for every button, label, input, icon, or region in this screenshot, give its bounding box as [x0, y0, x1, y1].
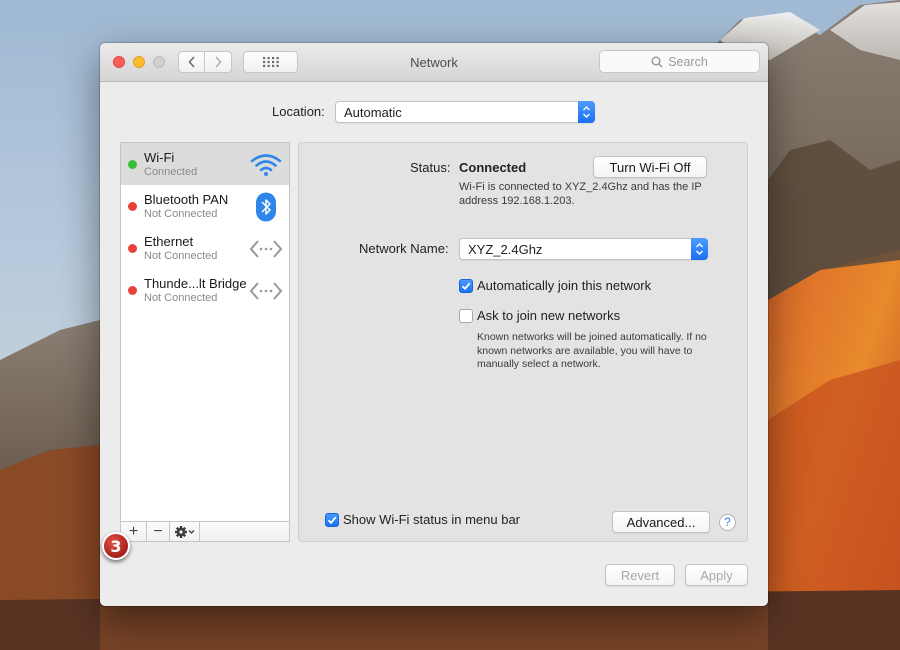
auto-join-label[interactable]: Automatically join this network [477, 278, 651, 293]
search-placeholder: Search [668, 54, 708, 69]
ask-join-checkbox[interactable] [459, 309, 473, 323]
status-label: Status: [410, 160, 451, 175]
search-field[interactable]: Search [599, 50, 760, 73]
turn-wifi-off-button[interactable]: Turn Wi-Fi Off [593, 156, 707, 178]
status-value: Connected [459, 160, 527, 175]
service-item-ethernet[interactable]: Ethernet Not Connected [121, 227, 289, 269]
service-name: Wi-Fi [144, 150, 175, 165]
updown-arrows-icon [691, 238, 708, 260]
service-list-toolbar: + − [120, 521, 290, 542]
apply-button[interactable]: Apply [685, 564, 748, 586]
network-name-value: XYZ_2.4Ghz [468, 242, 543, 257]
service-name: Bluetooth PAN [144, 192, 229, 207]
revert-button[interactable]: Revert [605, 564, 675, 586]
auto-join-checkbox[interactable] [459, 279, 473, 293]
remove-service-button[interactable]: − [147, 522, 170, 541]
location-label: Location: [272, 104, 325, 119]
status-dot [128, 244, 137, 253]
ethernet-icon [249, 234, 283, 264]
service-name: Ethernet [144, 234, 194, 249]
service-status: Not Connected [144, 208, 218, 220]
status-dot [128, 160, 137, 169]
action-menu-button[interactable] [170, 522, 200, 541]
location-popup[interactable]: Automatic [335, 101, 595, 123]
bluetooth-icon [249, 192, 283, 222]
show-wifi-status-checkbox[interactable] [325, 513, 339, 527]
checkmark-icon [327, 516, 337, 525]
gear-icon [174, 525, 194, 538]
status-dot [128, 286, 137, 295]
help-button[interactable]: ? [719, 514, 736, 531]
ask-join-label[interactable]: Ask to join new networks [477, 308, 620, 323]
service-item-wifi[interactable]: Wi-Fi Connected [121, 143, 289, 185]
ethernet-icon [249, 276, 283, 306]
service-item-bluetooth-pan[interactable]: Bluetooth PAN Not Connected [121, 185, 289, 227]
search-icon [651, 56, 663, 68]
service-status: Not Connected [144, 250, 218, 262]
show-wifi-status-label[interactable]: Show Wi-Fi status in menu bar [343, 512, 520, 527]
network-name-label: Network Name: [359, 241, 449, 256]
network-service-list: Wi-Fi Connected Bluetooth PAN Not Connec… [120, 142, 290, 542]
network-name-popup[interactable]: XYZ_2.4Ghz [459, 238, 708, 260]
updown-arrows-icon [578, 101, 595, 123]
service-name: Thunde...lt Bridge [144, 276, 247, 291]
status-dot [128, 202, 137, 211]
service-status: Not Connected [144, 292, 218, 304]
service-status: Connected [144, 166, 198, 178]
status-description: Wi-Fi is connected to XYZ_2.4Ghz and has… [459, 181, 702, 207]
checkmark-icon [461, 282, 471, 291]
network-preferences-window: Network Search Location: Automatic Wi-Fi… [100, 43, 768, 606]
advanced-button[interactable]: Advanced... [612, 511, 710, 533]
ask-join-description: Known networks will be joined automatica… [477, 331, 707, 370]
title-bar: Network Search [100, 43, 768, 82]
step-number-badge: 3 [102, 532, 130, 560]
wifi-icon [249, 150, 283, 180]
location-value: Automatic [344, 105, 402, 120]
service-item-thunderbolt-bridge[interactable]: Thunde...lt Bridge Not Connected [121, 269, 289, 311]
